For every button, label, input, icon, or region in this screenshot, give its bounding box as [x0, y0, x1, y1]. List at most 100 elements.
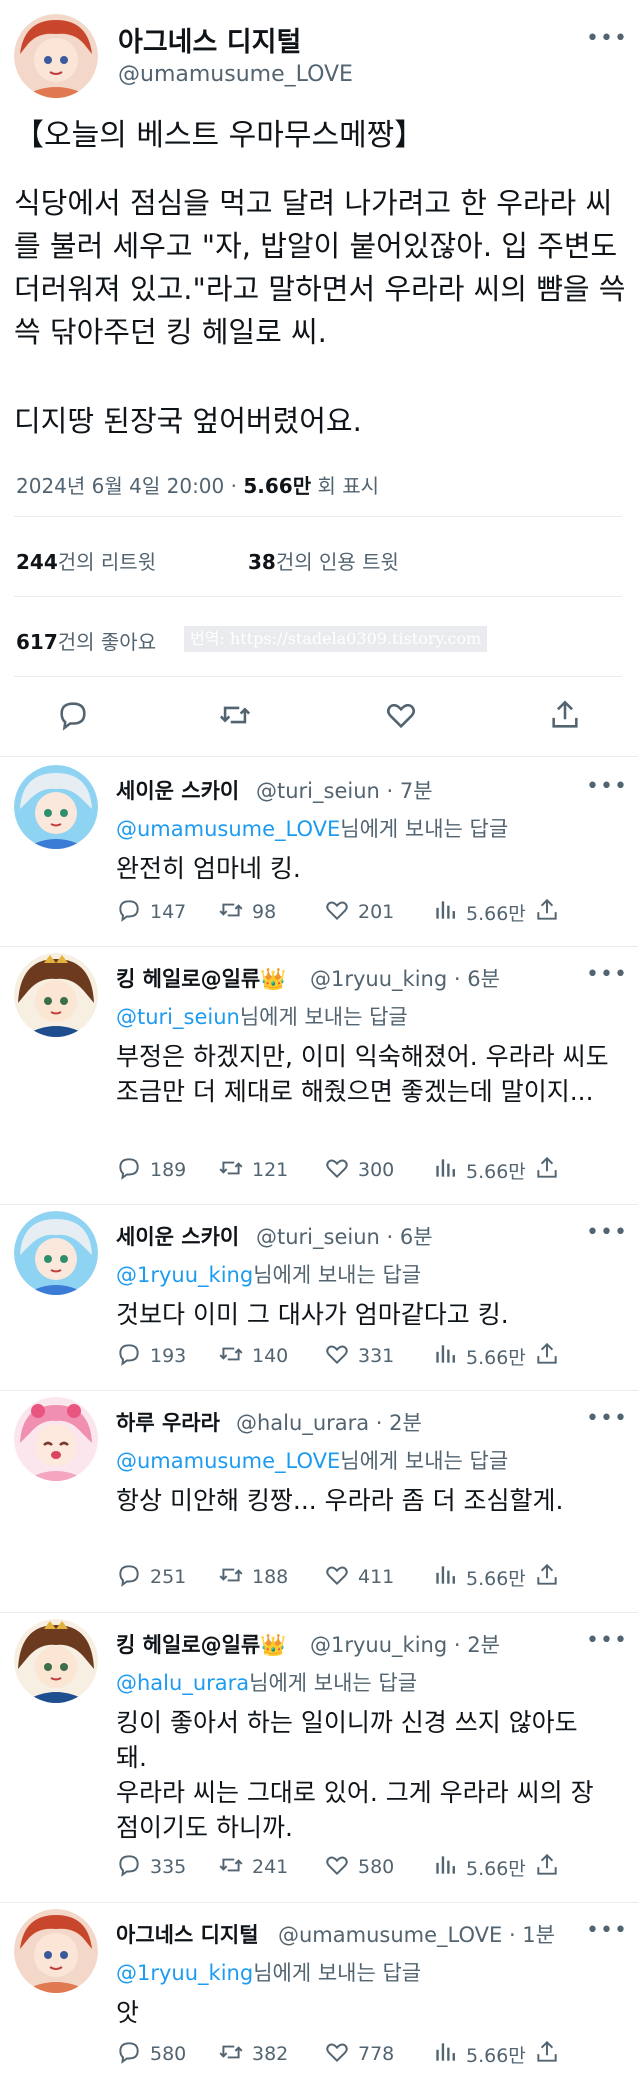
- retweet-count: 382: [252, 2043, 289, 2065]
- reply-more-options-icon[interactable]: •••: [586, 772, 627, 802]
- reply-author-handle[interactable]: @turi_seiun · 6분: [256, 1221, 433, 1251]
- reply-icon: [116, 1155, 142, 1186]
- retweet-button[interactable]: 140: [218, 1342, 288, 1370]
- retweet-icon: [218, 1562, 244, 1593]
- reply-to-suffix: 님에게 보내는 답글: [340, 817, 509, 841]
- like-button[interactable]: 580: [324, 1853, 394, 1881]
- reply-avatar[interactable]: [14, 953, 98, 1037]
- reply-button[interactable]: 335: [116, 1853, 186, 1881]
- reply-more-options-icon[interactable]: •••: [586, 1404, 627, 1434]
- share-button[interactable]: [534, 1342, 560, 1370]
- reply-avatar[interactable]: [14, 1909, 98, 1993]
- like-button[interactable]: 300: [324, 1156, 394, 1184]
- reply-icon[interactable]: [56, 698, 90, 732]
- timestamp[interactable]: 2024년 6월 4일 20:00 ·: [16, 474, 243, 498]
- tweet-title: 【오늘의 베스트 우마무스메짱】: [14, 118, 425, 153]
- reply-button[interactable]: 251: [116, 1563, 186, 1591]
- views-button[interactable]: 5.66만: [432, 1156, 526, 1184]
- like-icon: [324, 1852, 350, 1883]
- retweet-button[interactable]: 98: [218, 898, 276, 926]
- reply-to-mention[interactable]: @1ryuu_king: [116, 1961, 253, 1985]
- reply-to-mention[interactable]: @umamusume_LOVE: [116, 1449, 340, 1473]
- reply-author-handle[interactable]: @umamusume_LOVE · 1분: [278, 1919, 555, 1949]
- views-count: 5.66만: [466, 1857, 526, 1880]
- reply-action-bar: 580 382 778 5.66만: [116, 2040, 566, 2068]
- share-button[interactable]: [534, 1853, 560, 1881]
- reply-button[interactable]: 193: [116, 1342, 186, 1370]
- views-button[interactable]: 5.66만: [432, 2040, 526, 2068]
- reply-author-name[interactable]: 세이운 스카이: [116, 775, 239, 805]
- reply-more-options-icon[interactable]: •••: [586, 1626, 627, 1656]
- reply-more-options-icon[interactable]: •••: [586, 960, 627, 990]
- reply-avatar[interactable]: [14, 1619, 98, 1703]
- views-button[interactable]: 5.66만: [432, 1342, 526, 1370]
- reply-text: 킹이 좋아서 하는 일이니까 신경 쓰지 않아도 돼. 우라라 씨는 그대로 있…: [116, 1708, 594, 1842]
- retweet-count: 140: [252, 1345, 289, 1367]
- reply-avatar[interactable]: [14, 765, 98, 849]
- like-icon: [324, 2039, 350, 2070]
- retweet-stat[interactable]: 244건의 리트윗: [16, 546, 156, 575]
- retweet-label: 건의 리트윗: [57, 550, 157, 574]
- retweet-button[interactable]: 188: [218, 1563, 288, 1591]
- like-button[interactable]: 778: [324, 2040, 394, 2068]
- share-button[interactable]: [534, 1563, 560, 1591]
- views-button[interactable]: 5.66만: [432, 1563, 526, 1591]
- reply-to-mention[interactable]: @halu_urara: [116, 1671, 249, 1695]
- like-button[interactable]: 411: [324, 1563, 394, 1591]
- reply-to-suffix: 님에게 보내는 답글: [239, 1005, 408, 1029]
- reply-to-line: @1ryuu_king님에게 보내는 답글: [116, 1259, 421, 1289]
- author-name[interactable]: 아그네스 디지털: [118, 20, 301, 59]
- reply-author-name[interactable]: 아그네스 디지털: [116, 1919, 259, 1949]
- reply-author-name[interactable]: 킹 헤일로@일류👑: [116, 1629, 286, 1659]
- retweet-button[interactable]: 382: [218, 2040, 288, 2068]
- like-button[interactable]: 331: [324, 1342, 394, 1370]
- like-label: 건의 좋아요: [57, 630, 157, 654]
- reply-author-handle[interactable]: @turi_seiun · 7분: [256, 775, 433, 805]
- avatar-agnes-digital[interactable]: [14, 14, 98, 98]
- like-count: 580: [358, 1856, 395, 1878]
- share-button[interactable]: [534, 898, 560, 926]
- reply-author-handle[interactable]: @1ryuu_king · 2분: [310, 1629, 500, 1659]
- reply-action-bar: 335 241 580 5.66만: [116, 1853, 566, 1881]
- more-options-icon[interactable]: •••: [586, 24, 627, 54]
- reply-more-options-icon[interactable]: •••: [586, 1218, 627, 1248]
- reply-author-name[interactable]: 세이운 스카이: [116, 1221, 239, 1251]
- reply-divider: [0, 1902, 638, 1903]
- reply-text: 앗: [116, 1998, 140, 2027]
- views-button[interactable]: 5.66만: [432, 1853, 526, 1881]
- reply-button[interactable]: 189: [116, 1156, 186, 1184]
- reply-to-mention[interactable]: @turi_seiun: [116, 1005, 240, 1029]
- share-button[interactable]: [534, 2040, 560, 2068]
- views-icon: [432, 2039, 458, 2070]
- reply-button[interactable]: 147: [116, 898, 186, 926]
- author-handle[interactable]: @umamusume_LOVE: [118, 62, 353, 87]
- like-icon[interactable]: [384, 698, 418, 732]
- reply-to-mention[interactable]: @1ryuu_king: [116, 1263, 253, 1287]
- reply-author-handle[interactable]: @halu_urara · 2분: [236, 1407, 422, 1437]
- views-icon: [432, 897, 458, 928]
- tweet-meta: 2024년 6월 4일 20:00 · 5.66만 회 표시: [16, 470, 379, 499]
- views-icon: [432, 1562, 458, 1593]
- quote-count: 38: [248, 550, 276, 574]
- reply-avatar[interactable]: [14, 1397, 98, 1481]
- reply-to-mention[interactable]: @umamusume_LOVE: [116, 817, 340, 841]
- retweet-icon[interactable]: [218, 698, 252, 732]
- reply-icon: [116, 2039, 142, 2070]
- like-button[interactable]: 201: [324, 898, 394, 926]
- retweet-button[interactable]: 121: [218, 1156, 288, 1184]
- reply-author-handle[interactable]: @1ryuu_king · 6분: [310, 963, 500, 993]
- reply-button[interactable]: 580: [116, 2040, 186, 2068]
- reply-author-name[interactable]: 킹 헤일로@일류👑: [116, 963, 286, 993]
- share-icon[interactable]: [548, 698, 582, 732]
- like-stat[interactable]: 617건의 좋아요: [16, 626, 156, 655]
- reply-count: 335: [150, 1856, 187, 1878]
- reply-author-name[interactable]: 하루 우라라: [116, 1407, 220, 1437]
- quote-stat[interactable]: 38건의 인용 트윗: [248, 546, 399, 575]
- reply-avatar[interactable]: [14, 1211, 98, 1295]
- reply-more-options-icon[interactable]: •••: [586, 1916, 627, 1946]
- retweet-button[interactable]: 241: [218, 1853, 288, 1881]
- share-button[interactable]: [534, 1156, 560, 1184]
- tweet-body: 식당에서 점심을 먹고 달려 나가려고 한 우라라 씨를 불러 세우고 "자, …: [14, 186, 626, 349]
- views-button[interactable]: 5.66만: [432, 898, 526, 926]
- reply-to-suffix: 님에게 보내는 답글: [340, 1449, 509, 1473]
